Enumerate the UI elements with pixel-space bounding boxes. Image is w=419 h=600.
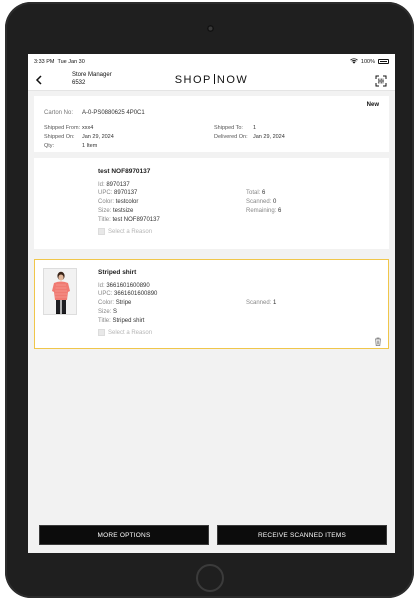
tablet-frame: 3:33 PM Tue Jan 30 100% Store Manager 65… bbox=[5, 2, 414, 598]
item-id: Id: 3661601600890 bbox=[98, 283, 150, 289]
item-total: Total: 6 bbox=[246, 190, 266, 196]
reason-select[interactable]: Select a Reason bbox=[98, 228, 152, 235]
checkbox-icon[interactable] bbox=[98, 329, 105, 336]
reason-select[interactable]: Select a Reason bbox=[98, 329, 152, 336]
carton-number: A-0-PS0880625 4P0C1 bbox=[82, 110, 145, 116]
front-camera bbox=[207, 25, 214, 32]
brand-right: NOW bbox=[216, 74, 249, 86]
shipped-from-label: Shipped From: bbox=[44, 125, 81, 131]
item-title-attr: Title: Striped shirt bbox=[98, 318, 145, 324]
shipped-to-value: 1 bbox=[253, 125, 257, 131]
reason-placeholder: Select a Reason bbox=[108, 228, 153, 235]
brand-left: SHOP bbox=[174, 74, 212, 86]
delivered-on-value: Jan 29, 2024 bbox=[253, 134, 285, 140]
more-options-button[interactable]: MORE OPTIONS bbox=[39, 525, 209, 545]
store-info: Store Manager 6532 bbox=[72, 72, 112, 87]
item-color: Color: testcolor bbox=[98, 199, 139, 205]
battery-icon bbox=[378, 59, 389, 64]
item-color: Color: Stripe bbox=[98, 300, 132, 306]
shipped-from-value: xxx4 bbox=[82, 125, 94, 131]
item-title-attr: Title: test NOF8970137 bbox=[98, 217, 160, 223]
item-scanned: Scanned: 0 bbox=[246, 199, 277, 205]
carton-item-card[interactable]: test NOF8970137 Id: 8970137 UPC: 8970137… bbox=[34, 158, 389, 249]
shipped-to-label: Shipped To: bbox=[214, 125, 243, 131]
product-photo-icon bbox=[43, 268, 77, 315]
receive-scanned-items-button[interactable]: RECEIVE SCANNED ITEMS bbox=[217, 525, 387, 545]
battery-percent: 100% bbox=[360, 58, 375, 65]
checkbox-icon[interactable] bbox=[98, 228, 105, 235]
item-title: Striped shirt bbox=[98, 269, 137, 276]
home-button[interactable] bbox=[196, 564, 224, 592]
chevron-left-icon[interactable] bbox=[28, 69, 50, 91]
qty-label: Qty: bbox=[44, 143, 55, 149]
reason-placeholder: Select a Reason bbox=[108, 329, 153, 336]
carton-number-label: Carton No: bbox=[44, 110, 74, 116]
qty-value: 1 Item bbox=[82, 143, 98, 149]
carton-number-row: Carton No: A-0-PS0880625 4P0C1 bbox=[44, 110, 145, 116]
store-number: 6532 bbox=[72, 79, 86, 86]
trash-icon[interactable] bbox=[374, 333, 382, 346]
item-remaining: Remaining: 6 bbox=[246, 208, 282, 214]
item-size: Size: testsize bbox=[98, 208, 134, 214]
item-scanned: Scanned: 1 bbox=[246, 300, 277, 306]
item-title: test NOF8970137 bbox=[98, 168, 151, 175]
wifi-icon bbox=[350, 57, 358, 66]
status-time: 3:33 PM bbox=[34, 58, 55, 65]
shipped-on-value: Jan 29, 2024 bbox=[82, 134, 114, 140]
app-screen: 3:33 PM Tue Jan 30 100% Store Manager 65… bbox=[28, 54, 395, 553]
footer-actions: MORE OPTIONS RECEIVE SCANNED ITEMS bbox=[39, 525, 387, 545]
store-title: Store Manager bbox=[72, 72, 112, 78]
shipped-on-label: Shipped On: bbox=[44, 134, 75, 140]
item-size: Size: S bbox=[98, 309, 118, 315]
status-badge: New bbox=[366, 102, 379, 108]
item-upc: UPC: 3661601600890 bbox=[98, 291, 158, 297]
status-bar: 3:33 PM Tue Jan 30 100% bbox=[28, 54, 395, 69]
item-upc: UPC: 8970137 bbox=[98, 190, 138, 196]
carton-item-card-selected[interactable]: Striped shirt Id: 3661601600890 UPC: 366… bbox=[34, 259, 389, 349]
barcode-scan-icon[interactable] bbox=[375, 74, 387, 87]
item-id: Id: 8970137 bbox=[98, 182, 130, 188]
delivered-on-label: Delivered On: bbox=[214, 134, 248, 140]
status-date: Tue Jan 30 bbox=[57, 58, 85, 65]
carton-summary-card: New Carton No: A-0-PS0880625 4P0C1 Shipp… bbox=[34, 96, 389, 152]
top-nav-bar: Store Manager 6532 SHOP NOW bbox=[28, 69, 395, 91]
